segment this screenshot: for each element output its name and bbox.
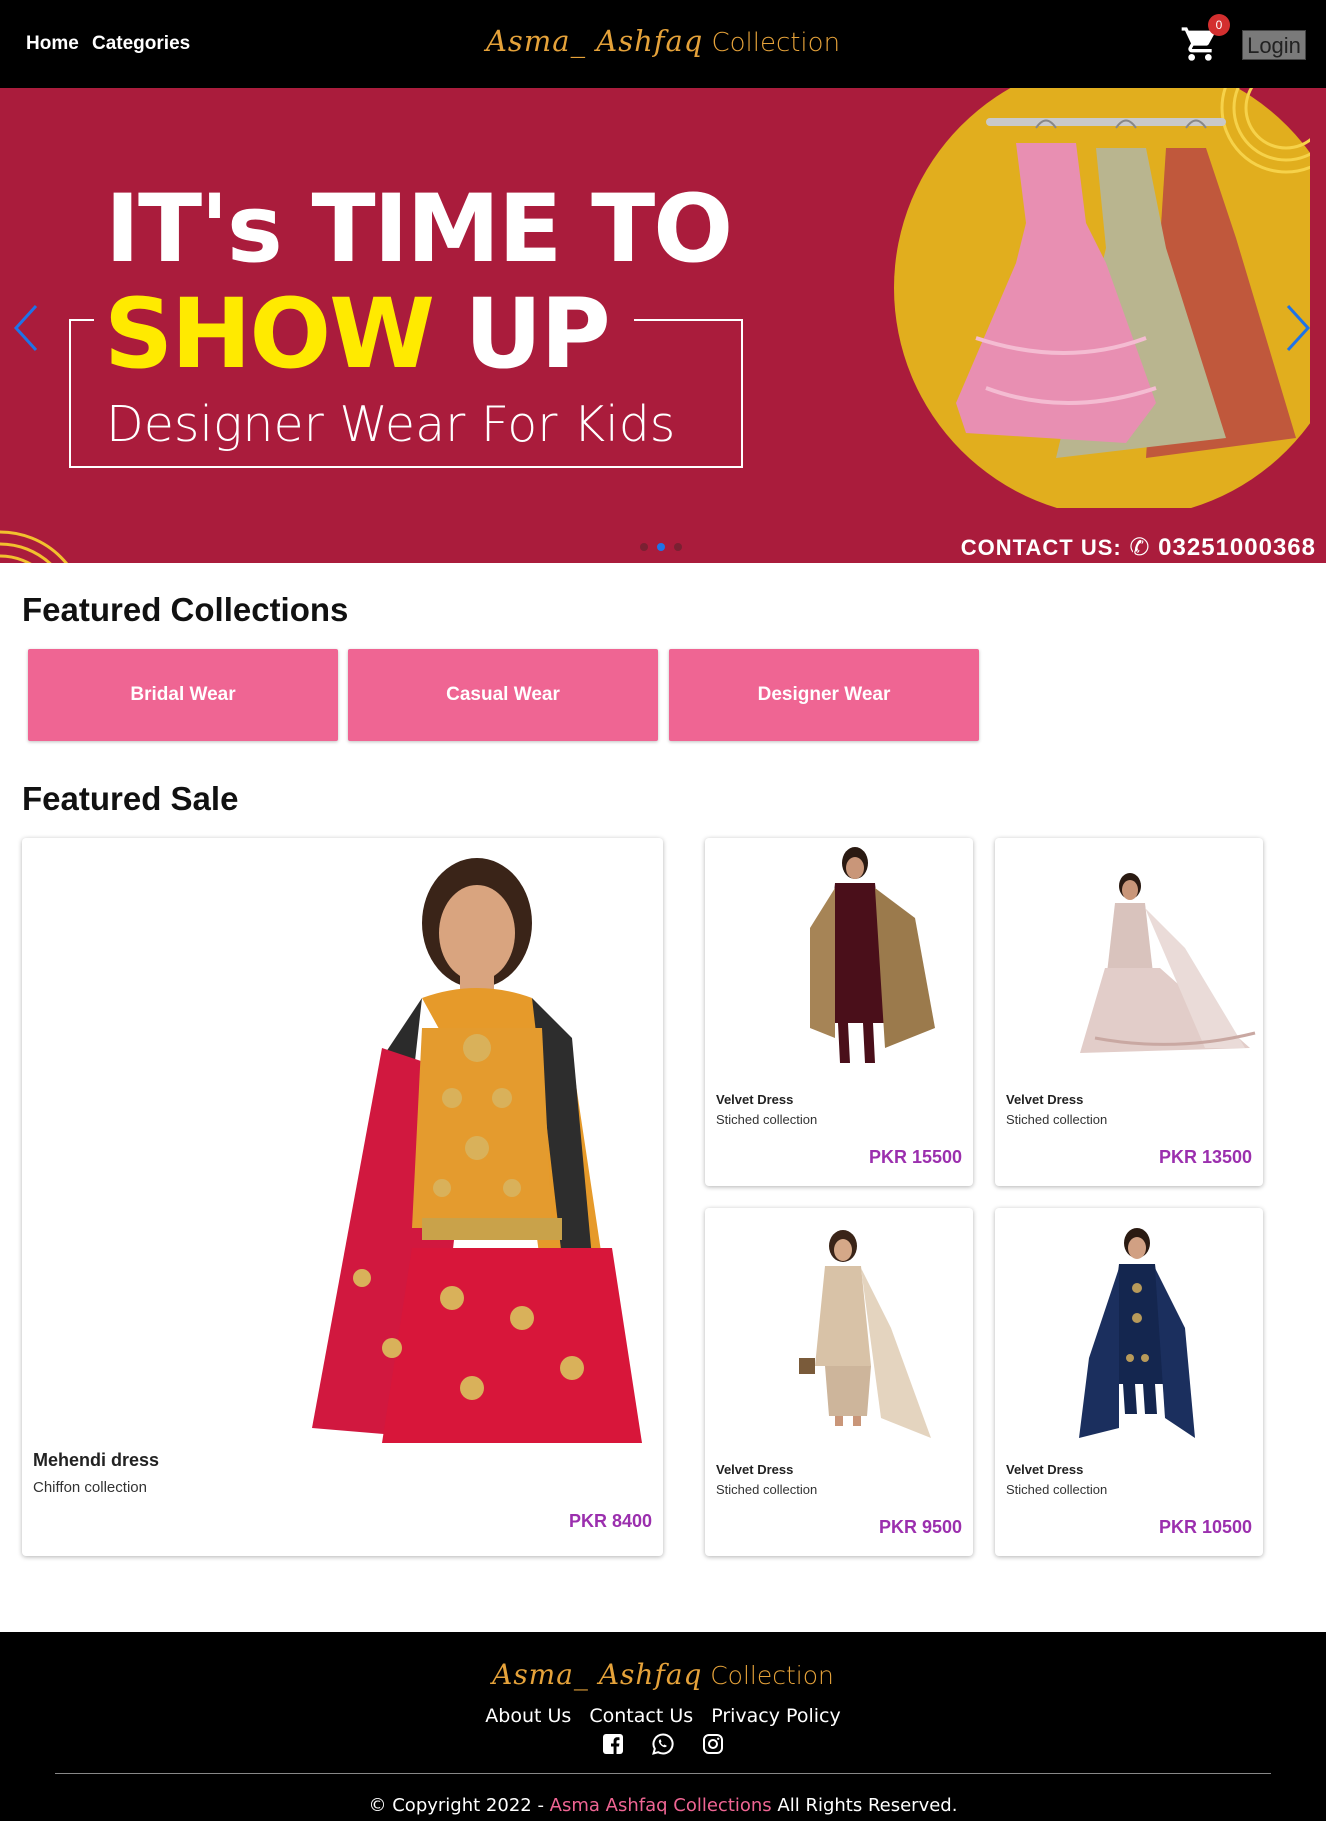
product-card[interactable]: Velvet Dress Stiched collection PKR 1050… xyxy=(995,1208,1263,1556)
product-name: Velvet Dress xyxy=(716,1462,794,1477)
footer-contact-link[interactable]: Contact Us xyxy=(589,1705,693,1727)
whatsapp-icon[interactable] xyxy=(651,1732,675,1756)
cart-count-badge: 0 xyxy=(1208,14,1230,36)
product-card[interactable]: Velvet Dress Stiched collection PKR 9500 xyxy=(705,1208,973,1556)
product-price: PKR 8400 xyxy=(568,1511,652,1531)
hero-word-show: SHOW xyxy=(104,278,435,390)
hero-contact: CONTACT US: ✆ 03251000368 xyxy=(961,533,1316,562)
brand-logo-plain: Collection xyxy=(711,28,841,58)
product-name: Velvet Dress xyxy=(1006,1462,1084,1477)
decorative-arcs xyxy=(0,530,69,563)
top-navbar: Home Categories Asma_ Ashfaq Collection … xyxy=(0,0,1326,88)
product-card[interactable]: Velvet Dress Stiched collection PKR 1550… xyxy=(705,838,973,1186)
product-subtitle: Stiched collection xyxy=(716,1482,818,1497)
hero-subheadline: SHOW UP xyxy=(104,278,611,390)
product-price: PKR 13500 xyxy=(1158,1147,1252,1167)
hero-contact-phone: 03251000368 xyxy=(1158,534,1316,561)
product-image xyxy=(312,858,642,1443)
product-card[interactable]: Velvet Dress Stiched collection PKR 1350… xyxy=(995,838,1263,1186)
product-subtitle: Stiched collection xyxy=(1006,1482,1108,1497)
product-image xyxy=(1080,873,1256,1053)
hero-contact-label: CONTACT US: xyxy=(960,535,1122,560)
copyright-prefix: © Copyright 2022 - xyxy=(368,1795,544,1816)
product-price: PKR 9500 xyxy=(878,1517,962,1537)
footer-social-links xyxy=(0,1732,1326,1756)
product-name: Velvet Dress xyxy=(1006,1092,1084,1107)
footer-brand-script: Asma_ Ashfaq xyxy=(492,1658,703,1691)
carousel-prev-arrow-icon[interactable] xyxy=(8,298,44,358)
facebook-icon[interactable] xyxy=(601,1732,625,1756)
footer-brand-logo[interactable]: Asma_ Ashfaq Collection xyxy=(0,1658,1326,1691)
product-image xyxy=(1079,1228,1195,1438)
product-subtitle: Chiffon collection xyxy=(33,1479,147,1496)
footer-about-link[interactable]: About Us xyxy=(485,1705,571,1727)
product-price: PKR 15500 xyxy=(868,1147,962,1167)
hero-dresses-image xyxy=(894,88,1310,508)
carousel-dot[interactable] xyxy=(640,543,648,551)
footer-brand-plain: Collection xyxy=(710,1661,834,1690)
featured-collections-title: Featured Collections xyxy=(22,591,349,628)
hero-headline: IT's TIME TO xyxy=(105,175,733,284)
hero-carousel: IT's TIME TO SHOW UP Designer Wear For K… xyxy=(0,88,1326,563)
collection-bridal-wear-button[interactable]: Bridal Wear xyxy=(28,649,338,741)
instagram-icon[interactable] xyxy=(701,1732,725,1756)
footer-copyright: © Copyright 2022 - Asma Ashfaq Collectio… xyxy=(0,1795,1326,1816)
footer-links: About Us Contact Us Privacy Policy xyxy=(0,1705,1326,1727)
product-image xyxy=(799,1230,931,1438)
product-name: Velvet Dress xyxy=(716,1092,794,1107)
product-name: Mehendi dress xyxy=(33,1450,160,1470)
featured-sale-title: Featured Sale xyxy=(22,780,239,817)
brand-logo-script: Asma_ Ashfaq xyxy=(485,24,704,58)
login-button[interactable]: Login xyxy=(1242,30,1306,60)
copyright-brand-link[interactable]: Asma Ashfaq Collections xyxy=(550,1795,772,1816)
copyright-suffix: All Rights Reserved. xyxy=(777,1795,958,1816)
hero-word-up: UP xyxy=(464,278,610,390)
carousel-dot[interactable] xyxy=(657,543,665,551)
hero-tagline: Designer Wear For Kids xyxy=(106,396,676,453)
carousel-next-arrow-icon[interactable] xyxy=(1280,298,1316,358)
site-footer: Asma_ Ashfaq Collection About Us Contact… xyxy=(0,1632,1326,1821)
product-subtitle: Stiched collection xyxy=(716,1112,818,1127)
collection-casual-wear-button[interactable]: Casual Wear xyxy=(348,649,658,741)
carousel-dot[interactable] xyxy=(674,543,682,551)
carousel-indicators xyxy=(640,538,691,556)
footer-privacy-link[interactable]: Privacy Policy xyxy=(711,1705,840,1727)
collection-designer-wear-button[interactable]: Designer Wear xyxy=(669,649,979,741)
brand-logo[interactable]: Asma_ Ashfaq Collection xyxy=(0,24,1326,59)
product-subtitle: Stiched collection xyxy=(1006,1112,1108,1127)
product-image xyxy=(810,847,935,1063)
product-price: PKR 10500 xyxy=(1158,1517,1252,1537)
phone-icon: ✆ xyxy=(1129,534,1151,561)
product-card-featured[interactable]: Mehendi dress Chiffon collection PKR 840… xyxy=(22,838,663,1556)
footer-divider xyxy=(55,1773,1271,1774)
